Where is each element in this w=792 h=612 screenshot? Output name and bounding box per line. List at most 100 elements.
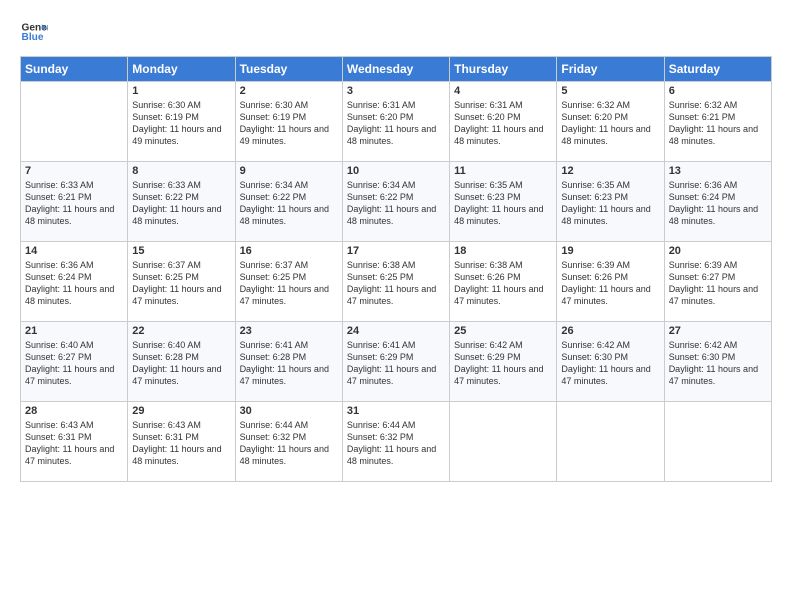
cell-info: Sunrise: 6:37 AMSunset: 6:25 PMDaylight:… bbox=[240, 260, 329, 306]
calendar-cell: 11 Sunrise: 6:35 AMSunset: 6:23 PMDayligh… bbox=[450, 162, 557, 242]
day-number: 4 bbox=[454, 85, 552, 97]
calendar-cell: 19 Sunrise: 6:39 AMSunset: 6:26 PMDayligh… bbox=[557, 242, 664, 322]
cell-info: Sunrise: 6:42 AMSunset: 6:30 PMDaylight:… bbox=[669, 340, 758, 386]
cell-info: Sunrise: 6:36 AMSunset: 6:24 PMDaylight:… bbox=[25, 260, 114, 306]
calendar-week-1: 1Sunrise: 6:30 AMSunset: 6:19 PMDaylight… bbox=[21, 82, 772, 162]
day-number: 12 bbox=[561, 165, 659, 177]
calendar-table: SundayMondayTuesdayWednesdayThursdayFrid… bbox=[20, 56, 772, 482]
calendar-cell: 10Sunrise: 6:34 AMSunset: 6:22 PMDayligh… bbox=[342, 162, 449, 242]
header-day-monday: Monday bbox=[128, 57, 235, 82]
calendar-cell: 15 Sunrise: 6:37 AMSunset: 6:25 PMDayligh… bbox=[128, 242, 235, 322]
day-number: 21 bbox=[25, 325, 123, 337]
calendar-cell: 9 Sunrise: 6:34 AMSunset: 6:22 PMDaylight… bbox=[235, 162, 342, 242]
day-number: 26 bbox=[561, 325, 659, 337]
day-number: 2 bbox=[240, 85, 338, 97]
calendar-cell: 27Sunrise: 6:42 AMSunset: 6:30 PMDayligh… bbox=[664, 322, 771, 402]
header-day-sunday: Sunday bbox=[21, 57, 128, 82]
cell-info: Sunrise: 6:39 AMSunset: 6:26 PMDaylight:… bbox=[561, 260, 650, 306]
cell-info: Sunrise: 6:37 AMSunset: 6:25 PMDaylight:… bbox=[132, 260, 221, 306]
calendar-header-row: SundayMondayTuesdayWednesdayThursdayFrid… bbox=[21, 57, 772, 82]
cell-info: Sunrise: 6:40 AMSunset: 6:27 PMDaylight:… bbox=[25, 340, 114, 386]
cell-info: Sunrise: 6:32 AMSunset: 6:21 PMDaylight:… bbox=[669, 100, 758, 146]
cell-info: Sunrise: 6:43 AMSunset: 6:31 PMDaylight:… bbox=[25, 420, 114, 466]
cell-info: Sunrise: 6:42 AMSunset: 6:30 PMDaylight:… bbox=[561, 340, 650, 386]
cell-info: Sunrise: 6:38 AMSunset: 6:26 PMDaylight:… bbox=[454, 260, 543, 306]
calendar-cell bbox=[664, 402, 771, 482]
calendar-cell: 17 Sunrise: 6:38 AMSunset: 6:25 PMDayligh… bbox=[342, 242, 449, 322]
cell-info: Sunrise: 6:39 AMSunset: 6:27 PMDaylight:… bbox=[669, 260, 758, 306]
calendar-cell: 29 Sunrise: 6:43 AMSunset: 6:31 PMDayligh… bbox=[128, 402, 235, 482]
day-number: 13 bbox=[669, 165, 767, 177]
calendar-cell: 26 Sunrise: 6:42 AMSunset: 6:30 PMDayligh… bbox=[557, 322, 664, 402]
calendar-cell: 12 Sunrise: 6:35 AMSunset: 6:23 PMDayligh… bbox=[557, 162, 664, 242]
cell-info: Sunrise: 6:31 AMSunset: 6:20 PMDaylight:… bbox=[347, 100, 436, 146]
day-number: 8 bbox=[132, 165, 230, 177]
calendar-cell bbox=[450, 402, 557, 482]
header-day-saturday: Saturday bbox=[664, 57, 771, 82]
calendar-cell: 22 Sunrise: 6:40 AMSunset: 6:28 PMDayligh… bbox=[128, 322, 235, 402]
calendar-cell: 4Sunrise: 6:31 AMSunset: 6:20 PMDaylight… bbox=[450, 82, 557, 162]
cell-info: Sunrise: 6:34 AMSunset: 6:22 PMDaylight:… bbox=[240, 180, 329, 226]
calendar-cell: 16 Sunrise: 6:37 AMSunset: 6:25 PMDayligh… bbox=[235, 242, 342, 322]
cell-info: Sunrise: 6:33 AMSunset: 6:21 PMDaylight:… bbox=[25, 180, 114, 226]
cell-info: Sunrise: 6:41 AMSunset: 6:29 PMDaylight:… bbox=[347, 340, 436, 386]
day-number: 15 bbox=[132, 245, 230, 257]
day-number: 30 bbox=[240, 405, 338, 417]
calendar-week-5: 28 Sunrise: 6:43 AMSunset: 6:31 PMDayligh… bbox=[21, 402, 772, 482]
cell-info: Sunrise: 6:36 AMSunset: 6:24 PMDaylight:… bbox=[669, 180, 758, 226]
day-number: 28 bbox=[25, 405, 123, 417]
cell-info: Sunrise: 6:40 AMSunset: 6:28 PMDaylight:… bbox=[132, 340, 221, 386]
day-number: 1 bbox=[132, 85, 230, 97]
day-number: 3 bbox=[347, 85, 445, 97]
calendar-cell: 5Sunrise: 6:32 AMSunset: 6:20 PMDaylight… bbox=[557, 82, 664, 162]
day-number: 31 bbox=[347, 405, 445, 417]
day-number: 14 bbox=[25, 245, 123, 257]
day-number: 23 bbox=[240, 325, 338, 337]
calendar-cell: 30 Sunrise: 6:44 AMSunset: 6:32 PMDayligh… bbox=[235, 402, 342, 482]
calendar-cell bbox=[21, 82, 128, 162]
cell-info: Sunrise: 6:33 AMSunset: 6:22 PMDaylight:… bbox=[132, 180, 221, 226]
day-number: 9 bbox=[240, 165, 338, 177]
cell-info: Sunrise: 6:35 AMSunset: 6:23 PMDaylight:… bbox=[454, 180, 543, 226]
day-number: 22 bbox=[132, 325, 230, 337]
calendar-cell: 28 Sunrise: 6:43 AMSunset: 6:31 PMDayligh… bbox=[21, 402, 128, 482]
calendar-cell: 13 Sunrise: 6:36 AMSunset: 6:24 PMDayligh… bbox=[664, 162, 771, 242]
header-day-tuesday: Tuesday bbox=[235, 57, 342, 82]
day-number: 29 bbox=[132, 405, 230, 417]
cell-info: Sunrise: 6:35 AMSunset: 6:23 PMDaylight:… bbox=[561, 180, 650, 226]
calendar-cell: 8 Sunrise: 6:33 AMSunset: 6:22 PMDaylight… bbox=[128, 162, 235, 242]
day-number: 11 bbox=[454, 165, 552, 177]
day-number: 20 bbox=[669, 245, 767, 257]
logo: General Blue bbox=[20, 18, 48, 46]
cell-info: Sunrise: 6:44 AMSunset: 6:32 PMDaylight:… bbox=[347, 420, 436, 466]
cell-info: Sunrise: 6:44 AMSunset: 6:32 PMDaylight:… bbox=[240, 420, 329, 466]
svg-text:Blue: Blue bbox=[22, 32, 44, 43]
calendar-cell: 18 Sunrise: 6:38 AMSunset: 6:26 PMDayligh… bbox=[450, 242, 557, 322]
day-number: 24 bbox=[347, 325, 445, 337]
day-number: 7 bbox=[25, 165, 123, 177]
cell-info: Sunrise: 6:43 AMSunset: 6:31 PMDaylight:… bbox=[132, 420, 221, 466]
calendar-cell: 24 Sunrise: 6:41 AMSunset: 6:29 PMDayligh… bbox=[342, 322, 449, 402]
calendar-cell: 2Sunrise: 6:30 AMSunset: 6:19 PMDaylight… bbox=[235, 82, 342, 162]
cell-info: Sunrise: 6:38 AMSunset: 6:25 PMDaylight:… bbox=[347, 260, 436, 306]
calendar-cell: 21 Sunrise: 6:40 AMSunset: 6:27 PMDayligh… bbox=[21, 322, 128, 402]
day-number: 19 bbox=[561, 245, 659, 257]
cell-info: Sunrise: 6:42 AMSunset: 6:29 PMDaylight:… bbox=[454, 340, 543, 386]
day-number: 18 bbox=[454, 245, 552, 257]
calendar-cell: 6Sunrise: 6:32 AMSunset: 6:21 PMDaylight… bbox=[664, 82, 771, 162]
header-day-thursday: Thursday bbox=[450, 57, 557, 82]
calendar-cell: 14 Sunrise: 6:36 AMSunset: 6:24 PMDayligh… bbox=[21, 242, 128, 322]
day-number: 17 bbox=[347, 245, 445, 257]
header-day-wednesday: Wednesday bbox=[342, 57, 449, 82]
calendar-cell: 25 Sunrise: 6:42 AMSunset: 6:29 PMDayligh… bbox=[450, 322, 557, 402]
calendar-cell: 7 Sunrise: 6:33 AMSunset: 6:21 PMDaylight… bbox=[21, 162, 128, 242]
calendar-week-3: 14 Sunrise: 6:36 AMSunset: 6:24 PMDayligh… bbox=[21, 242, 772, 322]
day-number: 16 bbox=[240, 245, 338, 257]
calendar-cell bbox=[557, 402, 664, 482]
day-number: 25 bbox=[454, 325, 552, 337]
cell-info: Sunrise: 6:32 AMSunset: 6:20 PMDaylight:… bbox=[561, 100, 650, 146]
logo-icon: General Blue bbox=[20, 18, 48, 46]
calendar-cell: 20 Sunrise: 6:39 AMSunset: 6:27 PMDayligh… bbox=[664, 242, 771, 322]
calendar-week-4: 21 Sunrise: 6:40 AMSunset: 6:27 PMDayligh… bbox=[21, 322, 772, 402]
header-day-friday: Friday bbox=[557, 57, 664, 82]
